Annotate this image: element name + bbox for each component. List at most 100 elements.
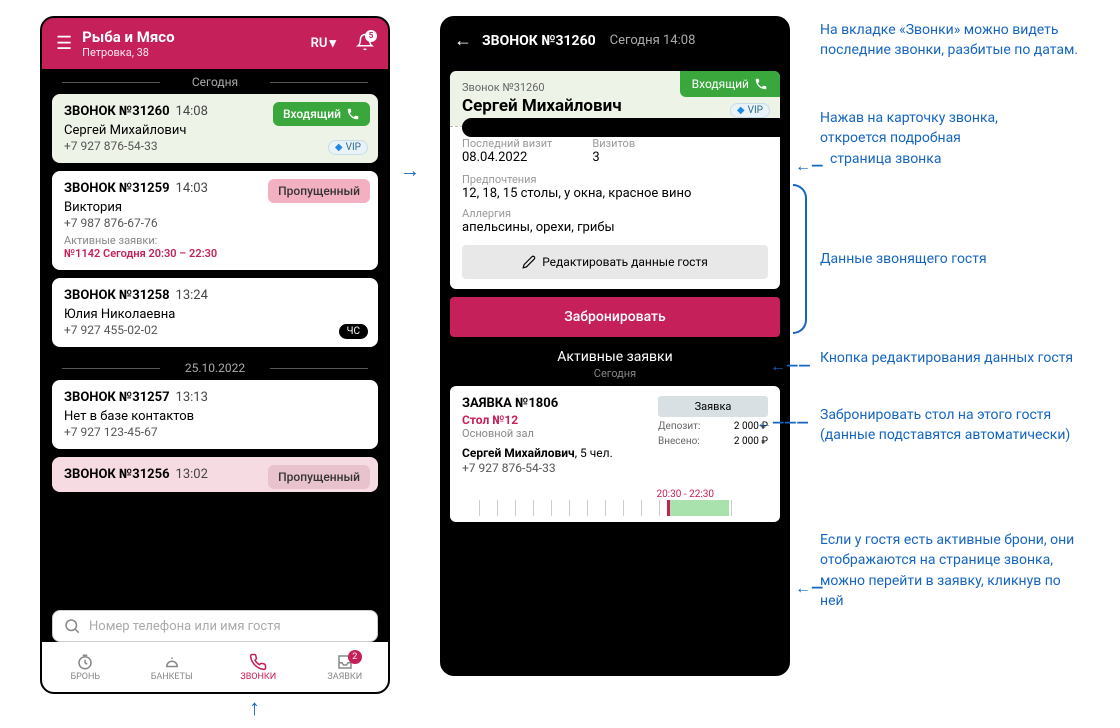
tab-zayavki[interactable]: 2 ЗАЯВКИ	[302, 642, 389, 692]
search-bar[interactable]: Номер телефона или имя гостя	[52, 610, 378, 642]
pencil-icon	[522, 255, 536, 269]
vip-badge: ◆VIP	[328, 140, 368, 155]
request-right: Заявка Депозит:2 000 ₽ Внесено:2 000 ₽	[658, 396, 768, 475]
tab-zvonki[interactable]: ЗВОНКИ	[215, 642, 302, 692]
tab-label: ЗВОНКИ	[240, 672, 276, 682]
phone-icon	[346, 107, 360, 121]
last-visit-label: Последний визит	[462, 137, 552, 150]
search-placeholder: Номер телефона или имя гостя	[89, 619, 281, 634]
tab-badge-count: 2	[348, 650, 362, 664]
time-block	[667, 500, 729, 516]
allergy-value: апельсины, орехи, грибы	[462, 220, 768, 235]
call-card[interactable]: ЗВОНОК №31260 14:08 Входящий Сергей Миха…	[52, 94, 378, 163]
status-label: Входящий	[692, 77, 749, 91]
search-icon	[63, 617, 81, 635]
vip-badge: ◆VIP	[730, 103, 770, 118]
call-time: 13:24	[176, 288, 208, 303]
call-card[interactable]: ЗВОНОК №31259 14:03 Пропущенный Виктория…	[52, 171, 378, 270]
call-datetime: Сегодня 14:08	[610, 33, 696, 48]
caller-phone: +7 927 123-45-67	[64, 425, 366, 439]
status-badge-incoming: Входящий	[273, 102, 370, 126]
request-status: Заявка	[658, 396, 768, 417]
status-badge-missed: Пропущенный	[268, 465, 370, 489]
request-guest: Сергей Михайлович, 5 чел.	[462, 446, 648, 460]
status-badge-missed: Пропущенный	[268, 179, 370, 203]
allergy-label: Аллергия	[462, 207, 768, 220]
request-hall: Основной зал	[462, 427, 648, 440]
call-time: 14:08	[176, 104, 208, 119]
call-number: ЗВОНОК №31256	[64, 467, 170, 482]
caller-name: Сергей Михайлович	[462, 96, 768, 116]
bottom-nav: БРОНЬ БАНКЕТЫ ЗВОНКИ 2 ЗАЯВКИ	[42, 642, 388, 692]
tab-label: БАНКЕТЫ	[151, 672, 193, 682]
status-label: Входящий	[283, 107, 341, 121]
page-title: ЗВОНОК №31260	[482, 33, 596, 49]
gem-icon: ◆	[737, 105, 745, 116]
time-bar	[462, 500, 744, 516]
edit-button-label: Редактировать данные гостя	[542, 255, 708, 269]
tab-bron[interactable]: БРОНЬ	[42, 642, 129, 692]
time-range-label: 20:30 - 22:30	[462, 489, 744, 500]
restaurant-address: Петровка, 38	[82, 46, 174, 59]
date-divider: 25.10.2022	[52, 355, 378, 380]
prefs-value: 12, 18, 15 столы, у окна, красное вино	[462, 186, 768, 201]
clock-icon	[76, 653, 94, 671]
annotation-text: Нажав на карточку звонка, откроется подр…	[820, 108, 1080, 169]
visits-label: Визитов	[592, 137, 635, 150]
arrow-up-icon: ↑	[249, 695, 260, 721]
call-number: ЗВОНОК №31257	[64, 390, 170, 405]
paid-label: Внесено:	[658, 436, 700, 447]
call-time: 13:13	[176, 390, 208, 405]
gem-icon: ◆	[335, 142, 343, 153]
detail-header: ← ЗВОНОК №31260 Сегодня 14:08	[442, 18, 788, 63]
call-time: 13:02	[176, 467, 208, 482]
tab-bankety[interactable]: БАНКЕТЫ	[129, 642, 216, 692]
call-time: 14:03	[176, 181, 208, 196]
language-label: RU	[311, 36, 328, 51]
arrow-left-icon: ←—	[795, 156, 823, 176]
menu-icon[interactable]: ☰	[56, 33, 72, 54]
arrow-left-icon: ←———	[756, 413, 809, 433]
caller-phone: +7 927 876-54-33	[462, 118, 788, 137]
annotation-text: Кнопка редактирования данных гостя	[820, 348, 1080, 368]
last-visit-value: 08.04.2022	[462, 150, 552, 165]
request-number: ЗАЯВКА №1806	[462, 396, 648, 411]
edit-guest-button[interactable]: Редактировать данные гостя	[462, 245, 768, 279]
notification-count: 5	[365, 30, 377, 42]
book-button[interactable]: Забронировать	[450, 297, 780, 337]
arrow-left-icon: ←—	[795, 578, 823, 598]
deposit-label: Депозит:	[658, 421, 700, 432]
app-header: ☰ Рыба и Мясо Петровка, 38 RU ▾ 5	[42, 18, 388, 69]
request-card[interactable]: ЗАЯВКА №1806 Стол №12 Основной зал Серге…	[450, 386, 780, 522]
tab-label: БРОНЬ	[70, 672, 100, 682]
phone-icon	[754, 77, 768, 91]
call-card[interactable]: ЗВОНОК №31256 13:02 Пропущенный	[52, 457, 378, 492]
caller-name: Юлия Николаевна	[64, 307, 366, 322]
phone-icon	[249, 653, 267, 671]
caller-phone: +7 927 455-02-02	[64, 323, 366, 337]
call-number: ЗВОНОК №31260	[64, 104, 170, 119]
tab-label: ЗАЯВКИ	[327, 672, 362, 682]
active-requests-label: Активные заявки:	[64, 234, 366, 247]
annotation-text: На вкладке «Звонки» можно видеть последн…	[820, 20, 1080, 61]
detail-body[interactable]: Входящий Звонок №31260 Сергей Михайлович…	[442, 63, 788, 674]
curly-bracket-icon	[793, 184, 807, 334]
call-card[interactable]: ЗВОНОК №31257 13:13 Нет в базе контактов…	[52, 380, 378, 449]
active-requests-title: Активные заявки	[450, 349, 780, 365]
active-request-link[interactable]: №1142 Сегодня 20:30 – 22:30	[64, 247, 366, 260]
caller-card: Входящий Звонок №31260 Сергей Михайлович…	[450, 71, 780, 126]
restaurant-block[interactable]: Рыба и Мясо Петровка, 38	[82, 28, 174, 59]
annotation-text: Если у гостя есть активные брони, они от…	[820, 530, 1080, 611]
call-card[interactable]: ЗВОНОК №31258 13:24 Юлия Николаевна +7 9…	[52, 278, 378, 347]
back-arrow-icon[interactable]: ←	[454, 30, 472, 51]
request-left: ЗАЯВКА №1806 Стол №12 Основной зал Серге…	[462, 396, 648, 475]
restaurant-name: Рыба и Мясо	[82, 28, 174, 46]
phone-call-detail: ← ЗВОНОК №31260 Сегодня 14:08 Входящий З…	[440, 16, 790, 676]
chevron-down-icon: ▾	[329, 36, 336, 51]
calls-list[interactable]: Сегодня ЗВОНОК №31260 14:08 Входящий Сер…	[42, 69, 388, 692]
notifications-button[interactable]: 5	[356, 33, 374, 55]
request-table: Стол №12	[462, 413, 648, 427]
status-badge-incoming: Входящий	[680, 71, 780, 97]
caller-phone: +7 987 876-67-76	[64, 216, 366, 230]
language-selector[interactable]: RU ▾	[311, 36, 336, 51]
